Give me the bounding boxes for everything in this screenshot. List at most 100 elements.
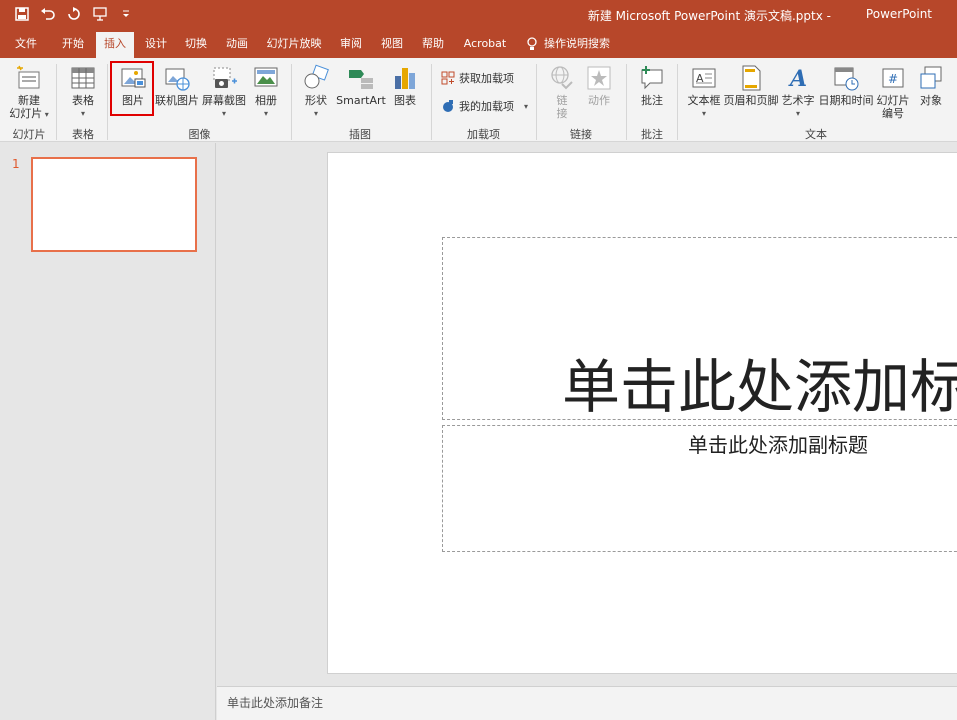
slide-number-label: 幻灯片 (876, 94, 910, 107)
photo-album-button[interactable]: 相册 ▾ (249, 64, 283, 120)
tab-transitions[interactable]: 切换 (178, 30, 214, 58)
textbox-label: 文本框 (687, 94, 721, 107)
chevron-down-icon: ▾ (263, 109, 268, 118)
title-bar: 新建 Microsoft PowerPoint 演示文稿.pptx - Powe… (0, 0, 957, 30)
app-name: PowerPoint (865, 7, 932, 21)
table-label: 表格 (72, 94, 94, 107)
tab-home[interactable]: 开始 (55, 30, 91, 58)
ribbon-insert: 新建 幻灯片 ▾ 幻灯片 表格 ▾ 表格 图片 联机图片 屏幕截图 ▾ 相册 ▾… (0, 58, 957, 142)
store-icon (441, 71, 455, 85)
new-slide-label-2: 幻灯片 (9, 107, 43, 120)
screenshot-label: 屏幕截图 (202, 94, 246, 107)
chart-button[interactable]: 图表 (388, 64, 422, 107)
chevron-down-icon: ▾ (524, 101, 529, 111)
table-button[interactable]: 表格 ▾ (62, 64, 104, 120)
link-icon (551, 66, 573, 90)
object-button[interactable]: 对象 (914, 64, 948, 107)
tab-design[interactable]: 设计 (138, 30, 174, 58)
smartart-icon (349, 70, 373, 89)
comment-button[interactable]: 批注 (633, 64, 671, 107)
link-button[interactable]: 链接 (545, 64, 579, 120)
wordart-icon: A (788, 66, 807, 92)
tab-slideshow[interactable]: 幻灯片放映 (262, 30, 326, 58)
my-addins-button[interactable]: 我的加载项 ▾ (441, 98, 528, 114)
tab-acrobat[interactable]: Acrobat (458, 30, 512, 58)
online-picture-button[interactable]: 联机图片 (154, 64, 200, 107)
chart-label: 图表 (394, 94, 416, 107)
group-divider (291, 64, 292, 140)
group-label-illustrations: 插图 (349, 128, 371, 141)
tab-file[interactable]: 文件 (8, 30, 44, 58)
smartart-label: SmartArt (336, 94, 386, 107)
group-label-images: 图像 (188, 128, 211, 141)
wordart-label: 艺术字 (781, 94, 815, 107)
group-label-comments: 批注 (641, 128, 663, 141)
table-icon (71, 67, 95, 89)
chevron-down-icon: ▾ (80, 109, 85, 118)
chevron-down-icon: ▾ (795, 109, 800, 118)
calendar-clock-icon (834, 67, 859, 91)
notes-placeholder: 单击此处添加备注 (227, 696, 324, 710)
tab-view[interactable]: 视图 (374, 30, 410, 58)
chevron-down-icon: ▾ (221, 109, 226, 118)
group-label-text: 文本 (805, 128, 827, 141)
header-footer-label: 页眉和页脚 (723, 94, 779, 107)
shapes-icon (304, 64, 329, 89)
new-slide-label: 新建 (18, 94, 40, 107)
tab-help[interactable]: 帮助 (415, 30, 451, 58)
shapes-button[interactable]: 形状 ▾ (298, 64, 334, 120)
group-label-tables: 表格 (72, 128, 94, 141)
lightbulb-icon (527, 37, 537, 50)
slide-number: 1 (12, 157, 20, 171)
comment-label: 批注 (641, 94, 663, 107)
my-addins-label: 我的加载项 (459, 100, 514, 113)
group-divider (536, 64, 537, 140)
action-button[interactable]: 动作 (582, 64, 616, 107)
title-separator: - (826, 9, 831, 23)
get-addins-label: 获取加载项 (459, 72, 514, 85)
screenshot-button[interactable]: 屏幕截图 ▾ (200, 64, 248, 120)
smartart-button[interactable]: SmartArt (335, 64, 387, 107)
group-label-slides: 幻灯片 (12, 128, 46, 141)
group-divider (107, 64, 108, 140)
online-picture-icon (165, 68, 190, 91)
svg-text:#: # (888, 72, 898, 86)
header-footer-icon (742, 65, 761, 91)
datetime-button[interactable]: 日期和时间 (817, 64, 875, 107)
tab-insert[interactable]: 插入 (96, 32, 134, 58)
shapes-label: 形状 (305, 94, 327, 107)
tab-review[interactable]: 审阅 (333, 30, 369, 58)
tell-me-search[interactable]: 操作说明搜索 (526, 30, 622, 58)
datetime-label: 日期和时间 (818, 94, 874, 107)
tell-me-label: 操作说明搜索 (544, 37, 610, 50)
wordart-button[interactable]: A 艺术字 ▾ (780, 64, 816, 120)
photo-album-label: 相册 (255, 94, 277, 107)
hash-icon: # (882, 68, 904, 88)
subtitle-placeholder-text: 单击此处添加副标题 (688, 433, 868, 457)
comment-icon (641, 66, 663, 90)
slide-number-button[interactable]: # 幻灯片 编号 (874, 64, 912, 120)
new-slide-button[interactable]: 新建 幻灯片 ▾ (6, 64, 52, 121)
link-label: 链接 (556, 94, 568, 120)
online-picture-label: 联机图片 (155, 94, 199, 107)
action-label: 动作 (588, 94, 610, 107)
object-icon (920, 66, 942, 89)
chevron-down-icon: ▾ (313, 109, 318, 118)
textbox-button[interactable]: A 文本框 ▾ (684, 64, 724, 120)
group-divider (431, 64, 432, 140)
slide-thumbnail[interactable] (31, 157, 197, 252)
group-divider (626, 64, 627, 140)
group-divider (677, 64, 678, 140)
chevron-down-icon: ▾ (42, 110, 49, 119)
header-footer-button[interactable]: 页眉和页脚 (723, 64, 779, 107)
bar-chart-icon (395, 68, 415, 89)
group-divider (56, 64, 57, 140)
document-title: 新建 Microsoft PowerPoint 演示文稿.pptx (587, 9, 823, 23)
ribbon-tabs: 文件 开始 插入 设计 切换 动画 幻灯片放映 审阅 视图 帮助 Acrobat… (0, 30, 957, 58)
get-addins-button[interactable]: 获取加载项 (441, 70, 514, 86)
svg-text:A: A (788, 66, 807, 92)
notes-pane[interactable]: 单击此处添加备注 (217, 686, 957, 720)
tab-animations[interactable]: 动画 (219, 30, 255, 58)
textbox-icon: A (692, 68, 716, 88)
my-addins-icon (443, 100, 453, 112)
